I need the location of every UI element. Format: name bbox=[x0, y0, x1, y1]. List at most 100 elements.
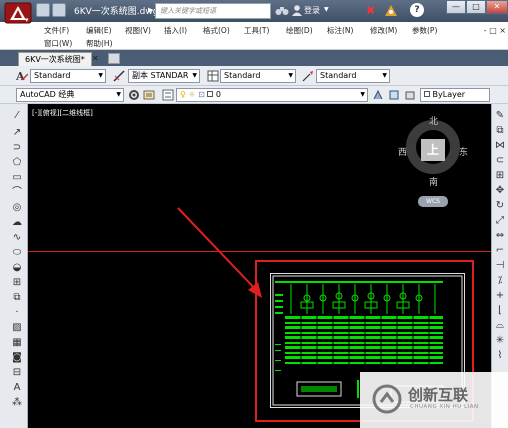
binoculars-icon[interactable] bbox=[275, 4, 289, 18]
menu-insert[interactable]: 插入(I) bbox=[164, 25, 187, 36]
layer-previous-icon[interactable] bbox=[388, 89, 400, 101]
compass-north[interactable]: 北 bbox=[429, 114, 438, 127]
copy-icon[interactable]: ⧉ bbox=[494, 125, 506, 137]
dimension-style-select[interactable]: 副本 STANDAR ▼ bbox=[128, 69, 200, 83]
wcs-menu[interactable]: WCS bbox=[418, 196, 448, 207]
text-style-select[interactable]: Standard ▼ bbox=[30, 69, 106, 83]
menu-view[interactable]: 视图(V) bbox=[125, 25, 151, 36]
arc-icon[interactable]: ⌒ bbox=[11, 187, 23, 199]
fillet-icon[interactable]: ⌓ bbox=[494, 320, 506, 332]
lock-icon: ⊡ bbox=[198, 90, 205, 99]
menu-file[interactable]: 文件(F) bbox=[44, 25, 69, 36]
close-button[interactable]: ✕ bbox=[486, 0, 508, 14]
scale-icon[interactable]: ⤢ bbox=[494, 215, 506, 227]
menu-draw[interactable]: 绘图(D) bbox=[286, 25, 313, 36]
rectangle-icon[interactable]: ▭ bbox=[11, 172, 23, 184]
viewcube-top-face[interactable]: 上 bbox=[421, 139, 445, 161]
viewport-controls-label[interactable]: [-][俯视][二维线框] bbox=[32, 108, 93, 118]
add-selected-icon[interactable]: ⁂ bbox=[11, 397, 23, 409]
search-input[interactable]: 键入关键字或短语 bbox=[155, 3, 271, 19]
color-swatch bbox=[424, 91, 430, 97]
hatch-icon[interactable]: ▨ bbox=[11, 322, 23, 334]
workspace-settings-icon[interactable] bbox=[128, 89, 140, 101]
dimension-style-value: 副本 STANDAR bbox=[132, 71, 189, 80]
chevron-down-icon: ▼ bbox=[192, 72, 197, 79]
layer-walk-icon[interactable] bbox=[404, 89, 416, 101]
array-icon[interactable]: ⊞ bbox=[494, 170, 506, 182]
svg-text:▾: ▾ bbox=[25, 16, 29, 24]
revision-cloud-icon[interactable]: ☁ bbox=[11, 217, 23, 229]
menu-modify[interactable]: 修改(M) bbox=[370, 25, 397, 36]
make-block-icon[interactable]: ⧉ bbox=[11, 292, 23, 304]
user-group-icon[interactable] bbox=[384, 4, 398, 18]
layer-state-icon[interactable] bbox=[162, 89, 174, 101]
menu-help[interactable]: 帮助(H) bbox=[86, 38, 113, 49]
close-tab-icon[interactable]: ✕ bbox=[92, 54, 102, 64]
insert-block-icon[interactable]: ⊞ bbox=[11, 277, 23, 289]
color-select[interactable]: ByLayer bbox=[420, 88, 490, 102]
table-style-select[interactable]: Standard ▼ bbox=[220, 69, 296, 83]
menu-window[interactable]: 窗口(W) bbox=[44, 38, 72, 49]
login-link[interactable]: 登录 bbox=[304, 5, 320, 16]
join-icon[interactable]: + bbox=[494, 290, 506, 302]
construction-line-icon[interactable]: ↗ bbox=[11, 127, 23, 139]
compass-west[interactable]: 西 bbox=[398, 145, 407, 158]
tab-document[interactable]: 6KV一次系统图* bbox=[18, 52, 92, 66]
document-window-controls[interactable]: - □ × bbox=[484, 26, 506, 35]
point-icon[interactable]: · bbox=[11, 307, 23, 319]
multileader-style-select[interactable]: Standard ▼ bbox=[316, 69, 390, 83]
polygon-icon[interactable]: ⬠ bbox=[11, 157, 23, 169]
menu-dimension[interactable]: 标注(N) bbox=[327, 25, 353, 36]
spline-icon[interactable]: ∿ bbox=[11, 232, 23, 244]
circle-icon[interactable]: ◎ bbox=[11, 202, 23, 214]
menu-format[interactable]: 格式(O) bbox=[203, 25, 230, 36]
table-style-icon[interactable] bbox=[207, 70, 219, 82]
dimension-style-icon[interactable] bbox=[113, 70, 125, 82]
region-icon[interactable]: ◙ bbox=[11, 352, 23, 364]
menu-parametric[interactable]: 参数(P) bbox=[412, 25, 437, 36]
layers-toolbar: AutoCAD 经典 ▼ ♀ ☼ ⊡ 0 ▼ ByLayer bbox=[0, 86, 508, 104]
mirror-icon[interactable]: ⋈ bbox=[494, 140, 506, 152]
explode-icon[interactable]: ✳ bbox=[494, 335, 506, 347]
exchange-icon[interactable]: ✖ bbox=[366, 4, 380, 18]
restore-button[interactable]: □ bbox=[466, 0, 486, 14]
workspace-select[interactable]: AutoCAD 经典 ▼ bbox=[16, 88, 124, 102]
make-current-layer-icon[interactable] bbox=[372, 89, 384, 101]
text-style-icon[interactable]: A bbox=[15, 70, 29, 83]
layer-select[interactable]: ♀ ☼ ⊡ 0 ▼ bbox=[176, 88, 368, 102]
edit-polyline-icon[interactable]: ⌇ bbox=[494, 350, 506, 362]
open-file-icon[interactable] bbox=[52, 3, 66, 17]
user-icon[interactable] bbox=[291, 4, 303, 18]
table-icon[interactable]: ⊟ bbox=[11, 367, 23, 379]
line-icon[interactable]: ⁄ bbox=[11, 110, 23, 122]
chamfer-icon[interactable]: ⌊ bbox=[494, 305, 506, 317]
gradient-icon[interactable]: ▦ bbox=[11, 337, 23, 349]
layer-manager-icon[interactable] bbox=[143, 89, 155, 101]
lightbulb-icon: ♀ bbox=[180, 90, 186, 99]
menu-edit[interactable]: 编辑(E) bbox=[86, 25, 112, 36]
multiline-text-icon[interactable]: A bbox=[11, 382, 23, 394]
trim-icon[interactable]: ⌐ bbox=[494, 245, 506, 257]
rotate-icon[interactable]: ↻ bbox=[494, 200, 506, 212]
chevron-down-icon[interactable]: ▼ bbox=[324, 6, 329, 13]
stretch-icon[interactable]: ⇔ bbox=[494, 230, 506, 242]
help-icon[interactable]: ? bbox=[410, 3, 424, 17]
ellipse-arc-icon[interactable]: ◒ bbox=[11, 262, 23, 274]
compass-south[interactable]: 南 bbox=[429, 175, 438, 188]
autocad-logo-icon[interactable]: ▾ bbox=[4, 2, 34, 32]
offset-icon[interactable]: ⊂ bbox=[494, 155, 506, 167]
erase-icon[interactable]: ✎ bbox=[494, 110, 506, 122]
break-icon[interactable]: ⁒ bbox=[494, 275, 506, 287]
layer-value: 0 bbox=[215, 90, 222, 99]
move-icon[interactable]: ✥ bbox=[494, 185, 506, 197]
new-file-icon[interactable] bbox=[36, 3, 50, 17]
compass-east[interactable]: 东 bbox=[459, 145, 468, 158]
polyline-icon[interactable]: ⊃ bbox=[11, 142, 23, 154]
minimize-button[interactable]: — bbox=[446, 0, 466, 14]
new-tab-button[interactable] bbox=[108, 53, 120, 64]
chevron-down-icon: ▼ bbox=[116, 91, 121, 98]
multileader-style-icon[interactable] bbox=[302, 70, 314, 82]
extend-icon[interactable]: ⊣ bbox=[494, 260, 506, 272]
menu-tools[interactable]: 工具(T) bbox=[244, 25, 269, 36]
ellipse-icon[interactable]: ⬭ bbox=[11, 247, 23, 259]
